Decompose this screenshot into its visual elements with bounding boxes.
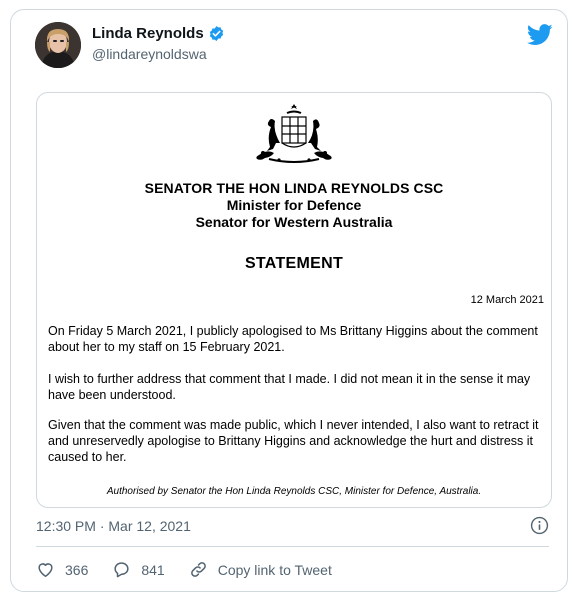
author-name[interactable]: Linda Reynolds (92, 25, 225, 42)
reply-button[interactable]: 841 (112, 560, 165, 579)
like-count: 366 (65, 561, 89, 578)
copy-link-label: Copy link to Tweet (217, 561, 332, 578)
statement-image[interactable]: SENATOR THE HON LINDA REYNOLDS CSC Minis… (36, 92, 552, 508)
statement-heading-line-1: SENATOR THE HON LINDA REYNOLDS CSC (144, 180, 444, 196)
twitter-bird-icon[interactable] (527, 24, 553, 46)
statement-paragraph: On Friday 5 March 2021, I publicly apolo… (48, 324, 538, 354)
statement-date: 12 March 2021 (470, 294, 544, 306)
tweet-timestamp[interactable]: 12:30 PM · Mar 12, 2021 (36, 518, 191, 534)
link-icon (190, 562, 206, 577)
statement-heading-line-3: Senator for Western Australia (195, 214, 393, 230)
tweet-actions: 366 841 Copy link to Tweet (36, 560, 332, 579)
authorisation-line: Authorised by Senator the Hon Linda Reyn… (106, 486, 482, 497)
like-button[interactable]: 366 (36, 560, 88, 579)
heart-icon (38, 563, 53, 577)
reply-count: 841 (141, 561, 165, 578)
author-handle[interactable]: @lindareynoldswa (92, 46, 207, 62)
statement-paragraph: I wish to further address that comment t… (48, 372, 531, 402)
verified-badge-icon (209, 26, 223, 41)
statement-heading-line-2: Minister for Defence (226, 197, 362, 213)
reply-icon (114, 562, 129, 578)
statement-title: STATEMENT (244, 255, 344, 272)
author-display-name[interactable]: Linda Reynolds (92, 25, 204, 42)
copy-link-button[interactable]: Copy link to Tweet (189, 560, 332, 579)
avatar[interactable] (35, 22, 81, 68)
info-icon[interactable] (530, 516, 549, 535)
statement-paragraph: Given that the comment was made public, … (48, 418, 539, 464)
tweet-card: Linda Reynolds @lindareynoldswa SENATOR … (10, 9, 568, 592)
australian-coat-of-arms (256, 104, 332, 163)
divider (36, 546, 549, 547)
